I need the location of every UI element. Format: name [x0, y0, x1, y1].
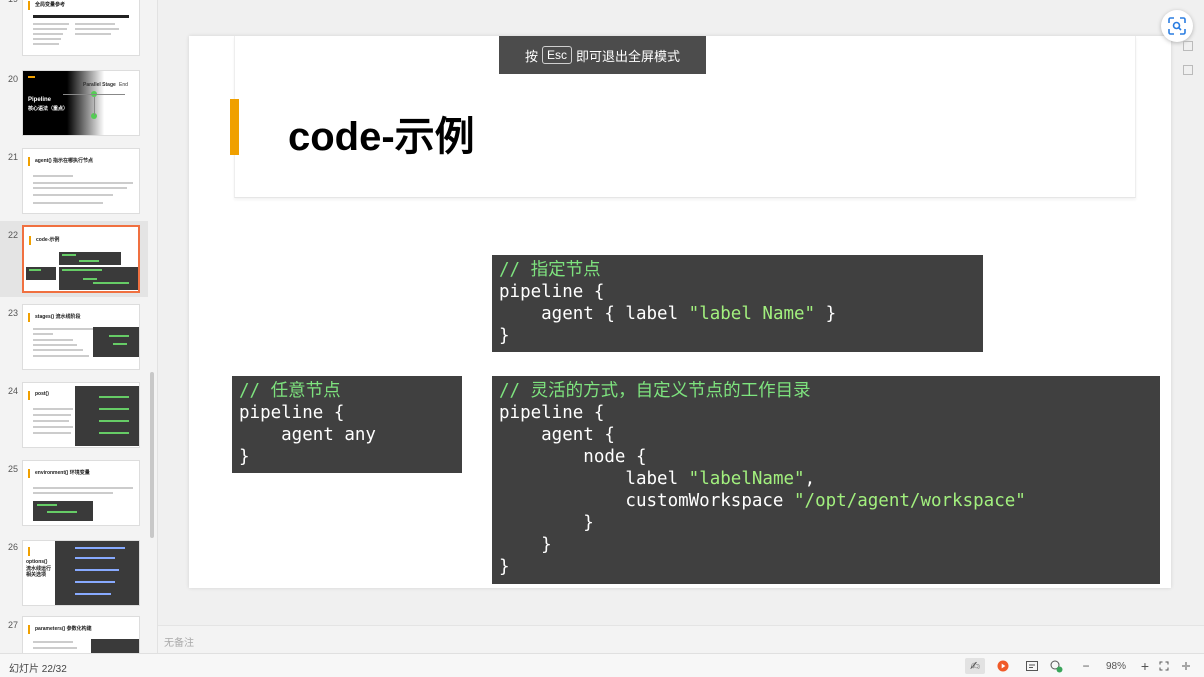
slide-thumb-title: parameters() 参数化构建	[35, 626, 92, 632]
slide-thumb-subtitle: 流水线运行相关选项	[26, 566, 52, 578]
slide-thumb-25[interactable]: 25 environment() 环境变量	[0, 458, 148, 530]
slide-preview: options() 流水线运行相关选项	[22, 540, 140, 606]
toast-suffix: 即可退出全屏模式	[576, 48, 681, 64]
code-line: agent { label "label Name" }	[499, 304, 837, 324]
slide-preview: stages() 流水线阶段	[22, 304, 140, 370]
code-block-specific-node: // 指定节点 pipeline { agent { label "label N…	[492, 255, 983, 352]
slide-number: 21	[8, 152, 19, 162]
code-line: }	[499, 326, 510, 346]
slide-thumb-title: environment() 环境变量	[35, 470, 90, 476]
slide-thumb-title: code-示例	[36, 237, 60, 243]
slide-canvas: code-示例 // 指定节点 pipeline { agent { label …	[158, 0, 1204, 625]
slide-thumb-title: 全局变量参考	[35, 2, 66, 8]
format-icon[interactable]	[1183, 65, 1193, 75]
code-comment: // 任意节点	[239, 381, 341, 401]
panel-icon[interactable]	[1183, 41, 1193, 51]
slide-thumb-20[interactable]: 20 Pipeline 核心语法（重点） Parallel Stage End	[0, 70, 148, 140]
zoom-in-button[interactable]: +	[1138, 658, 1152, 674]
slide-thumb-21[interactable]: 21 agent() 指示在哪执行节点	[0, 146, 148, 216]
code-line: agent any	[239, 425, 376, 445]
slide-thumb-19[interactable]: 19 全局变量参考	[0, 0, 148, 60]
diagram-label: End	[119, 82, 128, 88]
slide-thumb-title: agent() 指示在哪执行节点	[35, 158, 94, 164]
zoom-level[interactable]: 98%	[1101, 658, 1131, 674]
code-block-any-node: // 任意节点 pipeline { agent any}	[232, 376, 462, 473]
slide-number: 26	[8, 542, 19, 552]
slide-preview: 全局变量参考	[22, 0, 140, 56]
share-icon[interactable]	[1048, 658, 1064, 674]
slide-preview: parameters() 参数化构建	[22, 616, 140, 653]
code-line: }	[499, 535, 552, 555]
collapse-icon[interactable]	[1179, 658, 1193, 674]
scan-button[interactable]	[1161, 10, 1193, 42]
code-line: pipeline {	[239, 403, 345, 423]
status-bar: 幻灯片 22/32 ✍ − 98% +	[0, 653, 1204, 677]
code-line: customWorkspace "/opt/agent/workspace"	[499, 491, 1026, 511]
slide-number: 19	[8, 0, 18, 4]
slide-thumb-26[interactable]: 26 options() 流水线运行相关选项	[0, 536, 148, 608]
slide-thumbnail-panel[interactable]: 19 全局变量参考 20 Pipeline 核心语法（重点） Parallel …	[0, 0, 158, 653]
slide-thumb-23[interactable]: 23 stages() 流水线阶段	[0, 302, 148, 374]
code-block-custom-workspace: // 灵活的方式，自定义节点的工作目录 pipeline { agent { no…	[492, 376, 1160, 584]
diagram-label: Parallel Stage	[83, 82, 116, 88]
slide-preview: Pipeline 核心语法（重点） Parallel Stage End	[22, 70, 140, 136]
slide-number: 22	[8, 230, 19, 240]
code-line: node {	[499, 447, 647, 467]
slide-preview: post()	[22, 382, 140, 448]
notes-toggle-icon[interactable]	[1024, 658, 1040, 674]
slide-preview: environment() 环境变量	[22, 460, 140, 526]
code-comment: // 灵活的方式，自定义节点的工作目录	[499, 381, 811, 401]
slide-thumb-title: post()	[35, 391, 49, 397]
slide: code-示例 // 指定节点 pipeline { agent { label …	[189, 36, 1171, 588]
play-icon	[997, 660, 1009, 672]
code-line: agent {	[499, 425, 615, 445]
code-comment: // 指定节点	[499, 260, 601, 280]
notes-pane[interactable]: 无备注	[158, 625, 1204, 653]
pen-tool-icon[interactable]: ✍	[965, 658, 985, 674]
code-line: }	[499, 557, 510, 577]
slide-thumb-subtitle: 核心语法（重点）	[28, 106, 69, 112]
slide-thumb-title: Pipeline	[28, 97, 52, 103]
toast-prefix: 按	[524, 48, 538, 64]
scan-icon	[1168, 17, 1186, 35]
slide-number: 27	[8, 620, 19, 630]
slide-preview: code-示例	[22, 225, 140, 293]
code-line: }	[239, 447, 250, 467]
slide-preview: agent() 指示在哪执行节点	[22, 148, 140, 214]
app-window: 19 全局变量参考 20 Pipeline 核心语法（重点） Parallel …	[0, 0, 1204, 677]
slide-thumb-title: stages() 流水线阶段	[35, 314, 81, 320]
slide-thumb-22[interactable]: 22 code-示例	[0, 221, 148, 297]
esc-key-badge: Esc	[541, 46, 572, 64]
slide-number: 25	[8, 464, 19, 474]
play-button[interactable]	[995, 658, 1011, 674]
slide-thumb-27[interactable]: 27 parameters() 参数化构建	[0, 614, 148, 653]
fullscreen-exit-toast: 按 Esc 即可退出全屏模式	[499, 36, 706, 74]
title-accent-bar	[230, 99, 239, 155]
zoom-out-button[interactable]: −	[1079, 658, 1093, 674]
code-line: pipeline {	[499, 403, 605, 423]
slide-thumb-24[interactable]: 24 post()	[0, 380, 148, 452]
slide-number: 20	[8, 74, 19, 84]
slide-title: code-示例	[288, 115, 475, 159]
sidebar-scrollbar[interactable]	[150, 372, 154, 538]
slide-thumb-title: options()	[26, 559, 48, 565]
code-line: label "labelName",	[499, 469, 816, 489]
fit-to-window-icon[interactable]	[1157, 658, 1171, 674]
code-line: pipeline {	[499, 282, 605, 302]
code-line: }	[499, 513, 594, 533]
slide-number: 23	[8, 308, 19, 318]
slide-counter: 幻灯片 22/32	[9, 664, 67, 675]
slide-number: 24	[8, 386, 19, 396]
notes-placeholder: 无备注	[164, 638, 194, 649]
